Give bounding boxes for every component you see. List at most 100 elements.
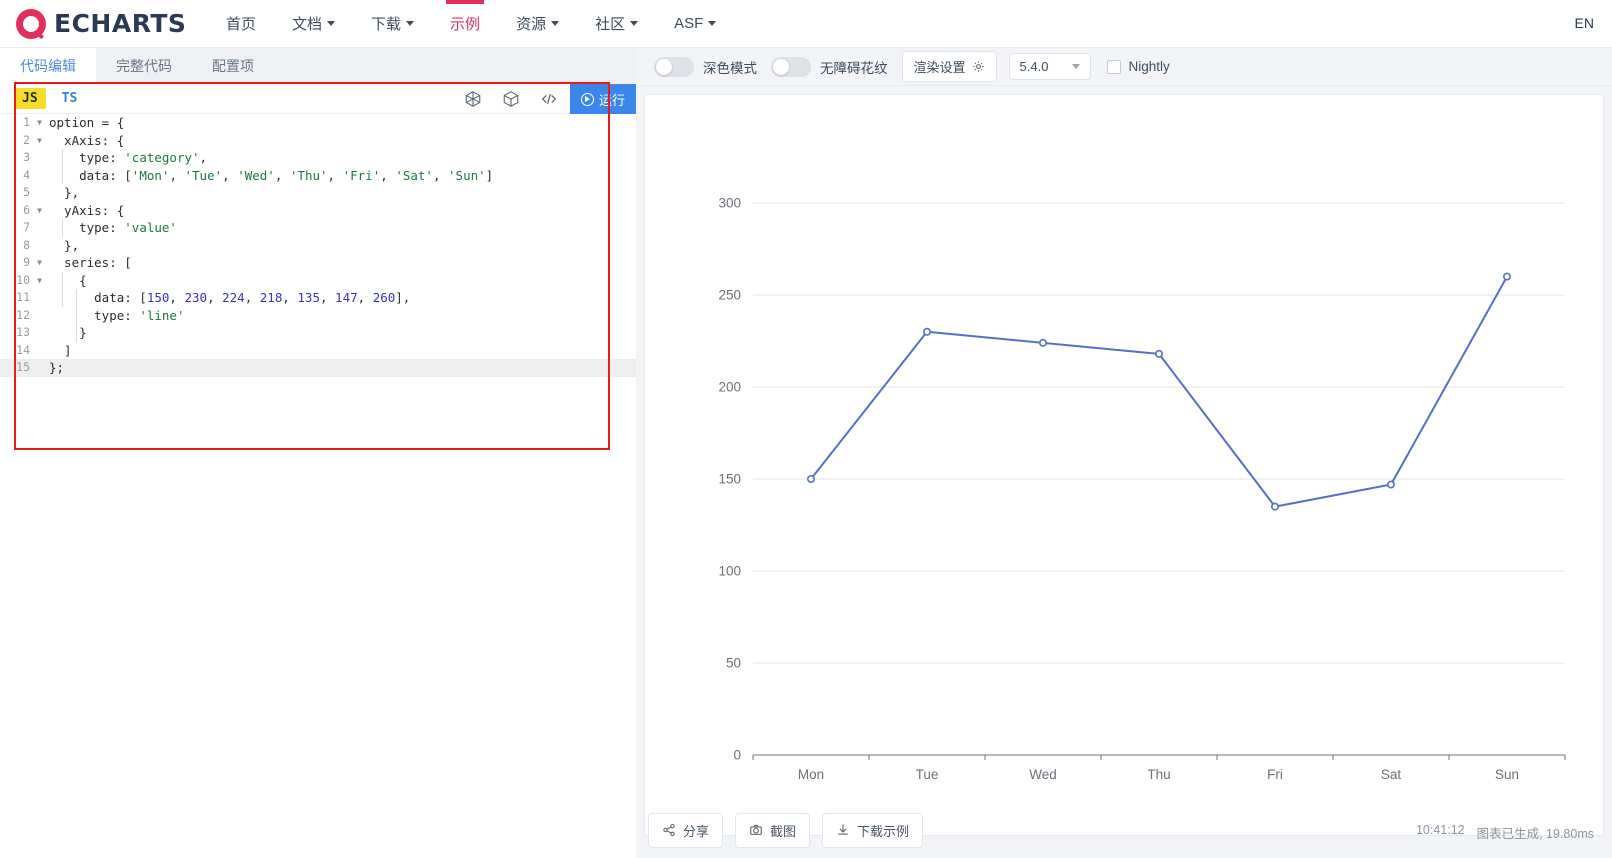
- caret-down-icon: [551, 21, 560, 26]
- caret-down-icon: [630, 21, 639, 26]
- run-button-label: 运行: [598, 92, 625, 108]
- data-point[interactable]: [1038, 338, 1047, 347]
- nav-item-5[interactable]: 社区: [577, 0, 656, 48]
- line-number: 15: [16, 360, 30, 374]
- nav-item-label: ASF: [674, 15, 704, 32]
- fold-arrow-icon[interactable]: ▼: [34, 254, 45, 272]
- y-axis-tick-label: 150: [718, 472, 741, 487]
- code-line[interactable]: 3 type: 'category',: [0, 149, 636, 167]
- data-point[interactable]: [1154, 349, 1163, 358]
- indent-guide: [76, 289, 77, 342]
- chart-container[interactable]: 0 50 100 150 200 250 300 Mon Tue Wed Thu Fri Sat Sun: [644, 94, 1604, 836]
- echarts-logo[interactable]: ECHARTS: [16, 8, 186, 39]
- line-number: 2: [23, 132, 30, 147]
- run-button[interactable]: 运行: [569, 84, 636, 114]
- data-point[interactable]: [1270, 502, 1279, 511]
- nav-item-label: 示例: [450, 16, 481, 33]
- fold-arrow-icon[interactable]: ▼: [34, 132, 45, 150]
- dark-mode-label: 深色模式: [703, 60, 757, 76]
- code-line[interactable]: 7 type: 'value': [0, 219, 636, 237]
- line-number: 8: [23, 237, 30, 252]
- nav-item-4[interactable]: 资源: [498, 0, 577, 48]
- data-point[interactable]: [1386, 480, 1395, 489]
- bottom-button-label: 分享: [683, 823, 710, 839]
- nav-item-2[interactable]: 下载: [353, 0, 432, 48]
- cube-outline-icon[interactable]: [464, 90, 482, 108]
- code-line[interactable]: 4 data: ['Mon', 'Tue', 'Wed', 'Thu', 'Fr…: [0, 167, 636, 185]
- bottom-button-2[interactable]: 分享: [648, 812, 724, 848]
- nav-item-3[interactable]: 示例: [432, 0, 498, 48]
- editor-tab-bar: 代码编辑 完整代码 配置项: [0, 48, 636, 84]
- x-axis-tick-label: Thu: [1147, 767, 1170, 782]
- version-select[interactable]: 5.4.0: [1008, 53, 1091, 80]
- series-line-0: [810, 276, 1508, 508]
- nightly-checkbox[interactable]: [1106, 59, 1121, 74]
- editor-tab-1[interactable]: 完整代码: [96, 48, 192, 84]
- fold-arrow-icon[interactable]: ▼: [34, 114, 45, 132]
- nav-item-1[interactable]: 文档: [274, 0, 353, 48]
- language-js-button[interactable]: JS: [14, 88, 46, 109]
- data-point[interactable]: [807, 474, 816, 483]
- nav-item-0[interactable]: 首页: [208, 0, 274, 48]
- editor-tab-2[interactable]: 配置项: [192, 48, 274, 84]
- y-axis-tick-label: 200: [718, 380, 741, 395]
- code-line[interactable]: 10 ▼ {: [0, 272, 636, 290]
- code-line[interactable]: 2 ▼ xAxis: {: [0, 132, 636, 150]
- line-number: 3: [23, 150, 30, 164]
- code-line[interactable]: 9 ▼ series: [: [0, 254, 636, 272]
- language-switch-link[interactable]: EN: [1575, 15, 1594, 31]
- line-chart[interactable]: 0 50 100 150 200 250 300 Mon Tue Wed Thu Fri Sat Sun: [645, 95, 1603, 835]
- bottom-button-0[interactable]: 下载示例: [822, 812, 924, 848]
- fold-arrow-icon[interactable]: ▼: [34, 202, 45, 220]
- code-line[interactable]: 8 },: [0, 237, 636, 255]
- code-line[interactable]: 13 }: [0, 324, 636, 342]
- language-ts-button[interactable]: TS: [62, 91, 78, 106]
- line-number: 1: [23, 115, 30, 129]
- code-text: series: [: [49, 255, 132, 270]
- download-icon: [836, 823, 850, 837]
- x-axis-tick-label: Fri: [1267, 767, 1283, 782]
- fold-arrow-icon[interactable]: ▼: [34, 272, 45, 290]
- code-line[interactable]: 6 ▼ yAxis: {: [0, 202, 636, 220]
- caret-down-icon: [327, 21, 336, 26]
- bottom-button-1[interactable]: 截图: [735, 812, 811, 848]
- code-line[interactable]: 12 type: 'line': [0, 307, 636, 325]
- code-line[interactable]: 1 ▼ option = {: [0, 114, 636, 132]
- nav-item-label: 社区: [595, 16, 626, 33]
- data-point[interactable]: [1502, 272, 1511, 281]
- nav-item-6[interactable]: ASF: [656, 0, 734, 48]
- code-editor-area[interactable]: 1 ▼ option = {2 ▼ xAxis: {3 type: 'category…: [0, 114, 636, 858]
- status-message: 图表已生成, 19.80ms: [1476, 827, 1594, 841]
- code-line[interactable]: 15};: [0, 359, 636, 377]
- code-lines: 1 ▼ option = {2 ▼ xAxis: {3 type: 'category…: [0, 114, 636, 377]
- code-text: };: [49, 360, 65, 375]
- nav-item-label: 下载: [371, 16, 402, 33]
- code-text: }: [49, 325, 87, 340]
- bottom-button-label: 下载示例: [857, 823, 910, 839]
- line-number: 5: [23, 185, 30, 199]
- code-line[interactable]: 14 ]: [0, 342, 636, 360]
- code-text: type: 'category',: [49, 150, 208, 165]
- editor-tab-0[interactable]: 代码编辑: [0, 48, 96, 84]
- box-icon[interactable]: [502, 90, 520, 108]
- version-value: 5.4.0: [1019, 59, 1049, 74]
- status-bar: 10:41:12 图表已生成, 19.80ms: [1416, 823, 1594, 842]
- dark-mode-toggle[interactable]: [654, 56, 694, 77]
- indent-guide: [62, 271, 63, 307]
- code-line[interactable]: 5 },: [0, 184, 636, 202]
- nav-item-label: 首页: [226, 16, 257, 33]
- code-line[interactable]: 11 data: [150, 230, 224, 218, 135, 147, …: [0, 289, 636, 307]
- code-brackets-icon[interactable]: [540, 90, 558, 108]
- editor-toolbar: JS TS 运行: [0, 84, 636, 114]
- x-axis-tick-label: Sun: [1495, 767, 1519, 782]
- echarts-logo-icon: [16, 8, 46, 39]
- accessibility-pattern-toggle[interactable]: [771, 56, 811, 77]
- render-settings-button[interactable]: 渲染设置: [901, 51, 997, 82]
- data-point[interactable]: [922, 327, 931, 336]
- status-time: 10:41:12: [1415, 823, 1465, 837]
